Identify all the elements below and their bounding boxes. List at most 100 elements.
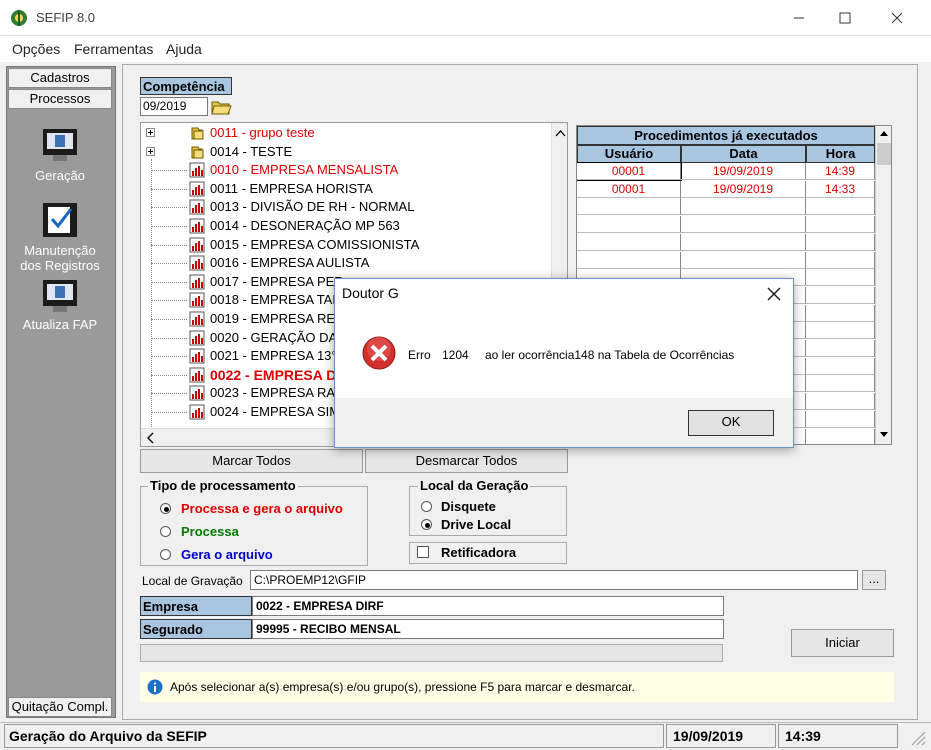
tree-row-label: 0024 - EMPRESA SIM [210,404,341,419]
tree-connector [151,170,187,172]
tree-row[interactable]: 0016 - EMPRESA AULISTA [141,254,551,272]
sidebar-tab-cadastros[interactable]: Cadastros [8,68,112,88]
tree-connector [151,300,187,302]
tree-row-label: 0016 - EMPRESA AULISTA [210,255,370,271]
company-icon [189,255,205,274]
company-icon [189,404,205,423]
tree-row-label: 0017 - EMPRESA PER [210,273,344,289]
sidebar-item-manutencao[interactable]: Manutenção dos Registros [8,243,112,273]
company-icon [189,199,205,218]
tree-row[interactable]: 0014 - TESTE [141,143,551,161]
menu-opcoes[interactable]: Opções [12,41,60,57]
company-icon [189,218,205,237]
grid-empty-cell [806,269,875,287]
dialog-message: ao ler ocorrência148 na Tabela de Ocorrê… [485,348,735,362]
tree-connector [151,281,187,283]
company-icon [189,292,205,311]
quitacao-compl-button[interactable]: Quitação Compl. [8,697,112,717]
tree-connector [151,374,187,376]
close-window-button[interactable] [874,0,920,36]
tree-connector-vertical [151,159,152,446]
grid-empty-cell [806,428,875,444]
local-option-label[interactable]: Drive Local [441,517,511,532]
atualiza-fap-icon[interactable] [41,276,79,314]
tree-row-label: 0018 - EMPRESA TAF [210,292,341,308]
competencia-input[interactable]: 09/2019 [140,97,208,116]
folder-icon [189,144,205,163]
tipo-option-label[interactable]: Processa e gera o arquivo [181,501,343,516]
company-icon [189,367,205,386]
tree-row[interactable]: 0015 - EMPRESA COMISSIONISTA [141,236,551,254]
tree-connector [151,207,187,209]
local-gravacao-input[interactable]: C:\PROEMP12\GFIP [250,570,858,590]
tipo-radio[interactable] [160,549,171,560]
tree-row-label: 0011 - grupo teste [210,125,315,140]
folder-icon [189,125,205,144]
menu-ajuda[interactable]: Ajuda [166,41,202,57]
app-logo-icon [10,9,28,27]
local-gravacao-label: Local de Gravação [142,574,243,588]
grid-empty-cell [577,251,681,269]
local-option-label[interactable]: Disquete [441,499,496,514]
company-icon [189,311,205,330]
tree-connector [151,412,187,413]
grid-empty-cell [806,322,875,340]
grid-empty-cell [806,233,875,251]
sidebar-item-atualiza-fap[interactable]: Atualiza FAP [8,317,112,332]
minimize-button[interactable] [776,0,822,36]
retificadora-label: Retificadora [441,545,517,560]
tipo-radio[interactable] [160,526,171,537]
tree-row[interactable]: 0013 - DIVISÃO DE RH - NORMAL [141,198,551,216]
maximize-button[interactable] [822,0,868,36]
grid-empty-cell [681,233,806,251]
dialog-error-code: 1204 [442,348,469,362]
browse-button[interactable]: ... [862,570,886,590]
resize-grip-icon[interactable] [908,728,926,746]
tree-connector [151,337,187,339]
geracao-icon[interactable] [41,125,79,163]
expand-icon[interactable] [146,128,155,137]
tree-row-label: 0023 - EMPRESA RAI [210,385,339,401]
grid-scrollbar[interactable] [875,126,891,444]
tree-row-label: 0015 - EMPRESA COMISSIONISTA [210,236,420,252]
status-date: 19/09/2019 [666,724,776,748]
retificadora-checkbox[interactable] [417,546,429,558]
grid-empty-cell [806,251,875,269]
grid-cell: 00001 [577,180,681,198]
tree-row-label: 0013 - DIVISÃO DE RH - NORMAL [210,199,415,215]
dialog-message-prefix: Erro [408,348,431,362]
tree-row[interactable]: 0010 - EMPRESA MENSALISTA [141,161,551,179]
column-data: Data [681,145,806,163]
tree-row-label: 0022 - EMPRESA D [210,366,337,383]
dialog-title: Doutor G [342,285,399,301]
desmarcar-todos-button[interactable]: Desmarcar Todos [365,449,568,473]
tree-connector [151,188,187,190]
menu-ferramentas[interactable]: Ferramentas [74,41,153,57]
iniciar-button[interactable]: Iniciar [791,629,894,657]
tree-row[interactable]: 0011 - EMPRESA HORISTA [141,180,551,198]
expand-icon[interactable] [146,146,155,156]
tipo-option-label[interactable]: Gera o arquivo [181,547,273,562]
company-icon [189,181,205,200]
tree-row[interactable]: 0011 - grupo teste [141,124,551,142]
company-icon [189,162,205,181]
tree-connector [151,393,187,395]
tipo-processamento-legend: Tipo de processamento [148,478,298,493]
local-radio[interactable] [421,501,432,512]
tree-row[interactable]: 0014 - DESONERAÇÃO MP 563 [141,217,551,235]
sidebar-tab-processos[interactable]: Processos [8,89,112,109]
tipo-option-label[interactable]: Processa [181,524,239,539]
info-icon [147,679,163,695]
dialog-close-icon[interactable] [763,283,785,305]
error-icon [362,336,396,370]
marcar-todos-button[interactable]: Marcar Todos [140,449,363,473]
sidebar-item-geracao[interactable]: Geração [8,168,112,183]
sidebar [6,66,116,718]
tipo-radio[interactable] [160,503,171,514]
ok-button[interactable]: OK [688,410,774,436]
column-usuario: Usuário [577,145,681,163]
folder-open-icon[interactable] [210,97,232,116]
manutencao-icon[interactable] [41,201,79,239]
tree-connector [151,244,187,246]
local-radio[interactable] [421,519,432,530]
